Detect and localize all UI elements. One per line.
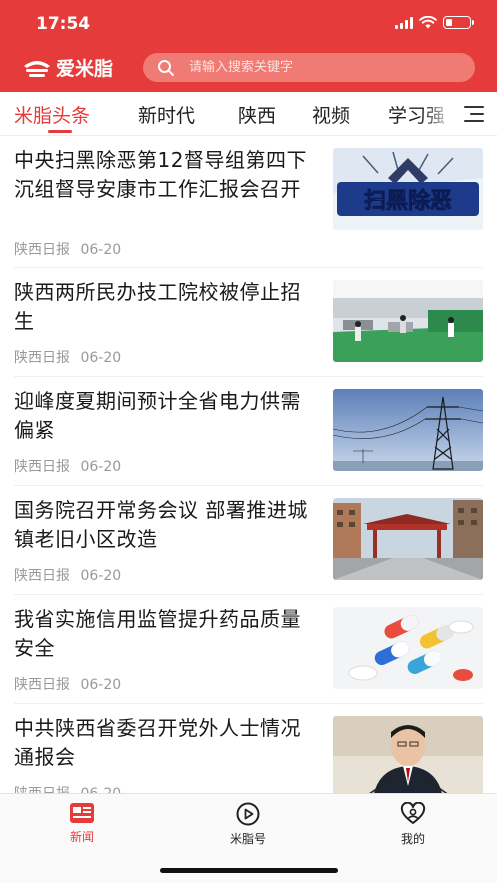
news-item[interactable]: 中共陕西省委召开党外人士情况通报会 陕西日报 06-20 [0, 704, 497, 794]
news-title: 陕西两所民办技工院校被停止招生 [14, 280, 301, 333]
wifi-icon [419, 16, 437, 29]
news-thumbnail [333, 607, 483, 689]
news-item[interactable]: 陕西两所民办技工院校被停止招生 陕西日报 06-20 [0, 268, 497, 377]
thumb-caption: 扫黑除恶 [364, 188, 452, 214]
news-date: 06-20 [80, 677, 122, 693]
tab-new-era[interactable]: 新时代 [138, 101, 195, 128]
news-title: 我省实施信用监管提升药品质量安全 [14, 607, 301, 660]
news-meta: 陕西日报 06-20 [14, 239, 121, 259]
news-thumbnail [333, 389, 483, 471]
logo-mark-icon [24, 60, 50, 77]
search-bar[interactable] [143, 53, 475, 82]
news-date: 06-20 [80, 350, 122, 366]
news-title: 迎峰度夏期间预计全省电力供需偏紧 [14, 389, 301, 442]
nav-label: 新闻 [69, 830, 94, 844]
status-bar: 17:54 [0, 0, 497, 48]
news-date: 06-20 [80, 459, 122, 475]
active-tab-indicator [48, 130, 72, 133]
search-icon [158, 59, 174, 76]
channel-menu-button[interactable] [451, 92, 497, 135]
play-icon [236, 802, 260, 826]
news-source: 陕西日报 [14, 350, 70, 366]
news-thumbnail [333, 716, 483, 794]
news-title: 中共陕西省委召开党外人士情况通报会 [14, 716, 301, 769]
nav-mizhi-account[interactable]: 米脂号 [208, 802, 288, 847]
news-source: 陕西日报 [14, 568, 70, 584]
tabs-fade [423, 92, 453, 135]
news-item[interactable]: 迎峰度夏期间预计全省电力供需偏紧 陕西日报 06-20 [0, 377, 497, 486]
news-title: 中央扫黑除恶第12督导组第四下沉组督导安康市工作汇报会召开 [14, 148, 307, 201]
news-title: 国务院召开常务会议 部署推进城镇老旧小区改造 [14, 498, 308, 551]
news-item[interactable]: 中央扫黑除恶第12督导组第四下沉组督导安康市工作汇报会召开 陕西日报 06-20… [0, 136, 497, 268]
news-thumbnail [333, 280, 483, 362]
tab-video[interactable]: 视频 [312, 101, 350, 128]
status-time: 17:54 [36, 14, 91, 34]
tab-mizhi-headlines[interactable]: 米脂头条 [14, 101, 90, 128]
nav-label: 米脂号 [229, 832, 266, 846]
app-header: 17:54 爱米脂 [0, 0, 497, 92]
news-thumbnail [333, 498, 483, 580]
news-source: 陕西日报 [14, 242, 70, 258]
heart-person-icon [400, 802, 426, 824]
news-thumbnail: 扫黑除恶 [333, 148, 483, 230]
menu-icon-line [464, 105, 484, 108]
news-list: 中央扫黑除恶第12督导组第四下沉组督导安康市工作汇报会召开 陕西日报 06-20… [0, 136, 497, 794]
tab-shaanxi[interactable]: 陕西 [238, 101, 276, 128]
cellular-signal-icon [395, 16, 413, 29]
news-date: 06-20 [80, 242, 122, 258]
nav-profile[interactable]: 我的 [373, 802, 453, 847]
news-meta: 陕西日报 06-20 [14, 565, 121, 585]
home-indicator [160, 868, 338, 873]
news-meta: 陕西日报 06-20 [14, 456, 121, 476]
news-date: 06-20 [80, 568, 122, 584]
news-source: 陕西日报 [14, 459, 70, 475]
news-item[interactable]: 我省实施信用监管提升药品质量安全 陕西日报 06-20 [0, 595, 497, 704]
menu-icon-line [470, 112, 484, 115]
news-icon [70, 803, 94, 823]
nav-news[interactable]: 新闻 [42, 802, 122, 845]
news-item[interactable]: 国务院召开常务会议 部署推进城镇老旧小区改造 陕西日报 06-20 [0, 486, 497, 595]
news-meta: 陕西日报 06-20 [14, 674, 121, 694]
news-source: 陕西日报 [14, 677, 70, 693]
app-logo: 爱米脂 [22, 54, 113, 81]
channel-tabs: 米脂头条 新时代 陕西 视频 学习强 [0, 92, 497, 136]
menu-icon-line [464, 119, 484, 122]
status-icons [395, 16, 474, 29]
logo-text: 爱米脂 [56, 58, 114, 80]
news-meta: 陕西日报 06-20 [14, 347, 121, 367]
battery-icon [443, 16, 474, 29]
search-input[interactable] [189, 60, 449, 75]
nav-label: 我的 [400, 832, 425, 846]
